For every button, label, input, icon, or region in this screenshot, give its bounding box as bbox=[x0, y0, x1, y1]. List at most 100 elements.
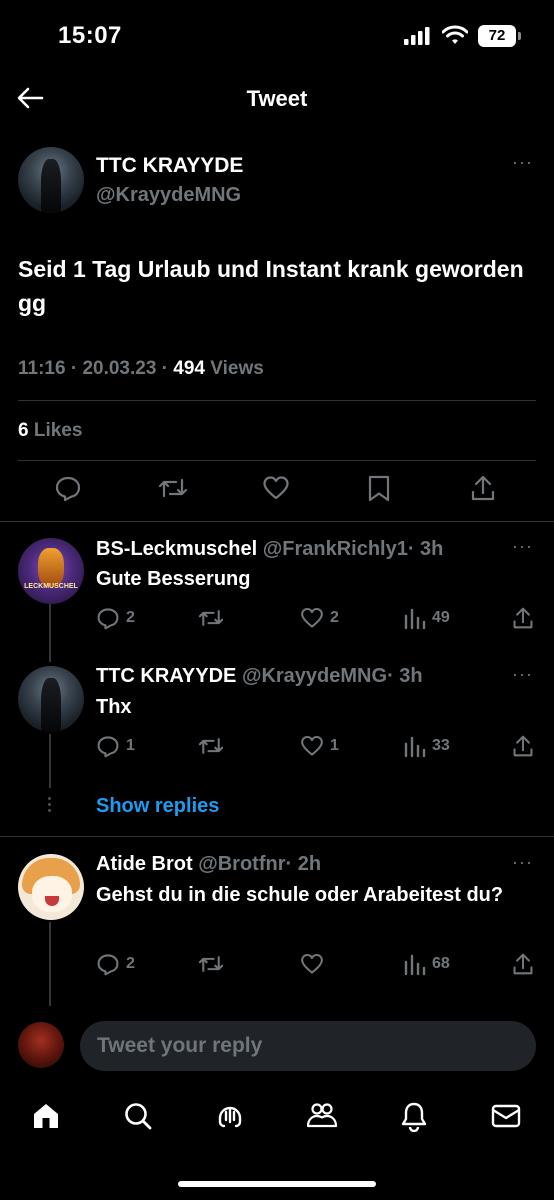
tab-home[interactable] bbox=[28, 1098, 64, 1134]
reply-button[interactable]: 2 bbox=[96, 952, 135, 976]
communities-icon bbox=[306, 1103, 338, 1128]
reply-text: Gehst du in die schule oder Arabeitest d… bbox=[96, 884, 504, 906]
reply-time: · 3h bbox=[387, 665, 423, 687]
tab-spaces[interactable] bbox=[212, 1098, 248, 1134]
thread-line bbox=[49, 604, 51, 662]
heart-icon bbox=[263, 476, 289, 500]
reply-author-line: BS-Leckmuschel @FrankRichly1· 3h bbox=[96, 538, 443, 561]
bookmark-icon bbox=[368, 475, 390, 502]
author-name[interactable]: TTC KRAYYDE bbox=[96, 154, 243, 178]
avatar[interactable]: LECKMUSCHEL bbox=[18, 538, 84, 604]
reply-author-handle[interactable]: @FrankRichly1 bbox=[263, 538, 408, 560]
avatar-logo-text: LECKMUSCHEL bbox=[24, 583, 78, 590]
reply-author-name[interactable]: BS-Leckmuschel bbox=[96, 538, 257, 560]
retweet-button[interactable] bbox=[158, 474, 188, 502]
reply-author-handle[interactable]: @Brotfnr bbox=[198, 853, 285, 875]
header: Tweet bbox=[0, 70, 554, 130]
tab-messages[interactable] bbox=[488, 1098, 524, 1134]
view-count: 68 bbox=[432, 955, 450, 972]
tab-notifications[interactable] bbox=[396, 1098, 432, 1134]
share-button[interactable] bbox=[512, 952, 534, 976]
share-button[interactable] bbox=[512, 606, 534, 630]
search-icon bbox=[125, 1103, 152, 1130]
share-button[interactable] bbox=[470, 474, 496, 502]
divider bbox=[18, 460, 536, 461]
battery-icon: 72 bbox=[478, 25, 521, 47]
analytics-icon bbox=[404, 954, 426, 976]
tweet-meta: 11:16 · 20.03.23 · 494 Views bbox=[18, 358, 264, 380]
reply-icon bbox=[97, 954, 119, 976]
like-button[interactable] bbox=[300, 952, 330, 976]
thread-continuation-dots bbox=[47, 797, 53, 815]
views-label: Views bbox=[205, 358, 264, 379]
cellular-signal-icon bbox=[404, 27, 430, 45]
tweet-actions bbox=[0, 474, 554, 514]
reply-author-handle[interactable]: @KrayydeMNG bbox=[242, 665, 387, 687]
more-options-button[interactable]: ··· bbox=[512, 852, 533, 873]
reply-icon bbox=[97, 736, 119, 758]
thread-line bbox=[49, 922, 51, 1006]
views-count[interactable]: 494 bbox=[173, 358, 205, 379]
heart-icon bbox=[301, 735, 323, 756]
more-options-button[interactable]: ··· bbox=[512, 664, 533, 685]
retweet-button[interactable] bbox=[198, 606, 224, 630]
reply-author-name[interactable]: TTC KRAYYDE bbox=[96, 665, 236, 687]
like-button[interactable]: 1 bbox=[300, 734, 339, 758]
heart-icon bbox=[301, 953, 323, 974]
analytics-icon bbox=[404, 608, 426, 630]
reply-time: · 2h bbox=[285, 853, 322, 875]
retweet-button[interactable] bbox=[198, 952, 224, 976]
retweet-icon bbox=[198, 610, 224, 626]
tab-bar bbox=[0, 1084, 554, 1154]
reply-text: Thx bbox=[96, 696, 132, 718]
heart-icon bbox=[301, 607, 323, 628]
reply-author-name[interactable]: Atide Brot bbox=[96, 853, 193, 875]
meta-separator: · bbox=[65, 358, 83, 379]
more-options-button[interactable]: ··· bbox=[512, 536, 533, 557]
like-button[interactable] bbox=[262, 474, 290, 502]
avatar[interactable] bbox=[18, 147, 84, 213]
divider bbox=[18, 400, 536, 401]
like-count: 1 bbox=[330, 737, 339, 754]
my-avatar[interactable] bbox=[18, 1022, 64, 1068]
tweet-date: 20.03.23 bbox=[82, 358, 157, 379]
avatar[interactable] bbox=[18, 854, 84, 920]
bookmark-button[interactable] bbox=[367, 474, 391, 502]
avatar[interactable] bbox=[18, 666, 84, 732]
reply-button[interactable]: 2 bbox=[96, 606, 135, 630]
views-button[interactable]: 49 bbox=[404, 606, 450, 630]
reply-count: 2 bbox=[126, 955, 135, 972]
show-replies-link[interactable]: Show replies bbox=[96, 795, 219, 818]
reply-button[interactable] bbox=[54, 474, 82, 502]
retweet-icon bbox=[158, 478, 188, 498]
author-handle[interactable]: @KrayydeMNG bbox=[96, 184, 241, 207]
retweet-button[interactable] bbox=[198, 734, 224, 758]
spaces-icon bbox=[218, 1106, 242, 1128]
reply-count: 2 bbox=[126, 609, 135, 626]
tweet-text: Seid 1 Tag Urlaub und Instant krank gewo… bbox=[18, 256, 524, 316]
tab-search[interactable] bbox=[120, 1098, 156, 1134]
meta-separator: · bbox=[156, 358, 174, 379]
views-button[interactable]: 33 bbox=[404, 734, 450, 758]
like-button[interactable]: 2 bbox=[300, 606, 339, 630]
home-indicator bbox=[178, 1181, 376, 1187]
divider bbox=[0, 836, 554, 837]
share-button[interactable] bbox=[512, 734, 534, 758]
reply-input[interactable]: Tweet your reply bbox=[80, 1021, 536, 1071]
reply-composer: Tweet your reply bbox=[0, 1012, 554, 1084]
status-time: 15:07 bbox=[58, 22, 122, 49]
views-button[interactable]: 68 bbox=[404, 952, 450, 976]
wifi-icon bbox=[442, 25, 468, 44]
status-bar: 15:07 72 bbox=[0, 0, 554, 70]
reply-button[interactable]: 1 bbox=[96, 734, 135, 758]
analytics-icon bbox=[404, 736, 426, 758]
likes-summary[interactable]: 6 Likes bbox=[18, 420, 82, 442]
more-options-button[interactable]: ··· bbox=[512, 152, 533, 173]
share-icon bbox=[513, 953, 533, 975]
reply-icon bbox=[97, 608, 119, 630]
likes-count: 6 bbox=[18, 420, 29, 441]
home-icon bbox=[34, 1104, 58, 1128]
tab-communities[interactable] bbox=[304, 1098, 340, 1134]
reply-author-line: Atide Brot @Brotfnr· 2h bbox=[96, 853, 321, 876]
messages-icon bbox=[491, 1104, 521, 1128]
